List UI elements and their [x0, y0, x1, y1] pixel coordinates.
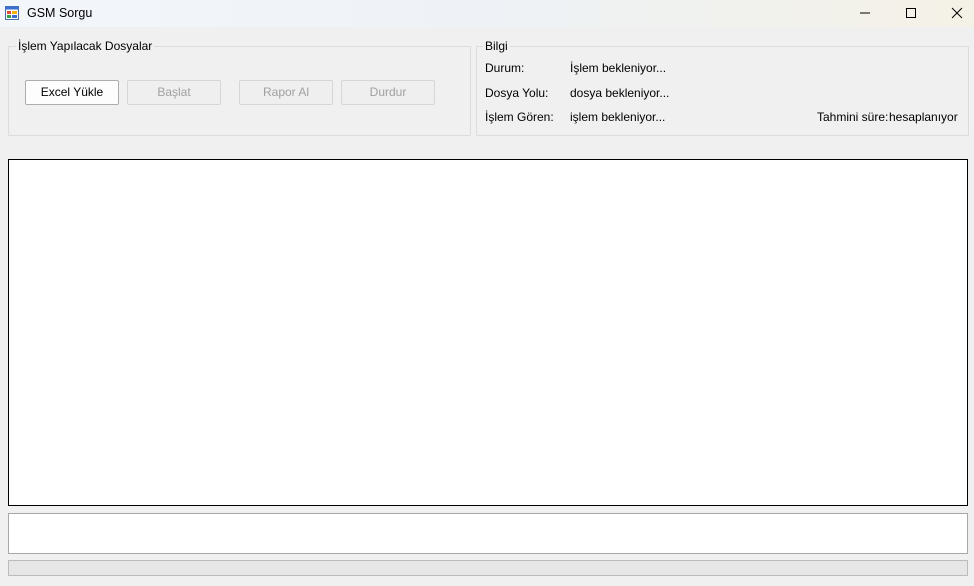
close-button[interactable]	[934, 0, 974, 27]
files-groupbox: İşlem Yapılacak Dosyalar Excel Yükle Baş…	[8, 39, 471, 136]
file-path-label: Dosya Yolu:	[485, 86, 549, 100]
info-group-legend: Bilgi	[483, 39, 510, 53]
status-value: İşlem bekleniyor...	[570, 61, 667, 75]
status-textbox[interactable]	[8, 513, 968, 554]
window-title: GSM Sorgu	[27, 6, 93, 20]
stop-button[interactable]: Durdur	[341, 80, 435, 105]
maximize-button[interactable]	[888, 0, 934, 27]
eta-label: Tahmini süre:	[817, 110, 889, 124]
eta-value: hesaplanıyor	[889, 110, 958, 124]
title-bar: GSM Sorgu	[0, 0, 974, 27]
files-group-legend: İşlem Yapılacak Dosyalar	[16, 39, 155, 53]
excel-load-button[interactable]: Excel Yükle	[25, 80, 119, 105]
progress-bar	[8, 560, 968, 576]
file-path-value: dosya bekleniyor...	[570, 86, 670, 100]
status-label: Durum:	[485, 61, 525, 75]
maximize-icon	[906, 8, 916, 18]
report-button[interactable]: Rapor Al	[239, 80, 333, 105]
minimize-icon	[860, 12, 870, 14]
processed-value: işlem bekleniyor...	[570, 110, 666, 124]
minimize-button[interactable]	[842, 0, 888, 27]
log-listbox[interactable]	[8, 159, 968, 506]
form-client-area: İşlem Yapılacak Dosyalar Excel Yükle Baş…	[0, 27, 974, 586]
info-groupbox: Bilgi Durum: İşlem bekleniyor... Dosya Y…	[476, 39, 969, 136]
start-button[interactable]: Başlat	[127, 80, 221, 105]
close-icon	[951, 7, 963, 19]
processed-label: İşlem Gören:	[485, 110, 554, 124]
app-form-icon	[5, 6, 19, 20]
